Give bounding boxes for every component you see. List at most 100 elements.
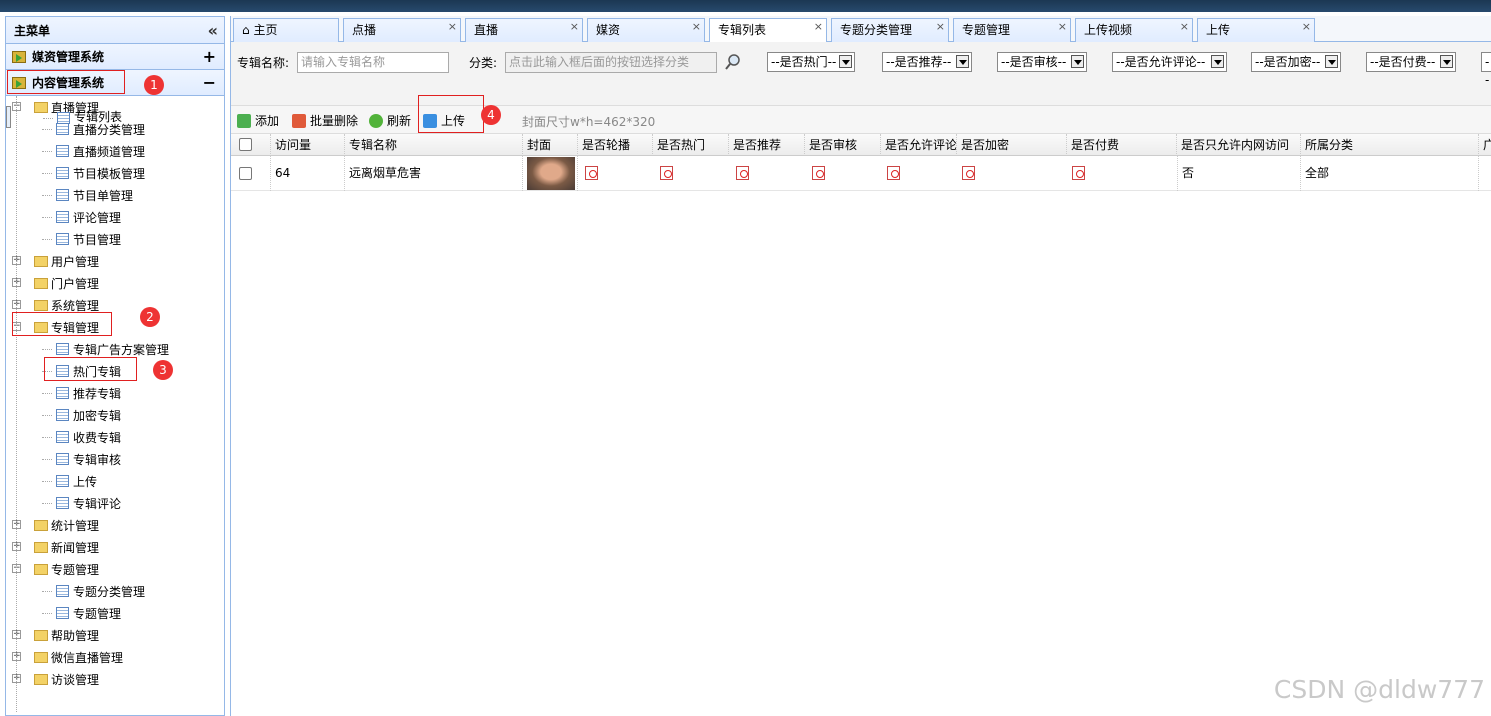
filter-select-6[interactable]: --是否付费-- bbox=[1366, 52, 1456, 72]
table-row[interactable]: 64 远离烟草危害 否 全部 bbox=[231, 156, 1491, 191]
filter-select-5[interactable]: --是否加密-- bbox=[1251, 52, 1341, 72]
broken-image-icon bbox=[585, 166, 598, 180]
tree-item-label: 收费专辑 bbox=[73, 430, 122, 445]
refresh-button[interactable]: 刷新 bbox=[369, 112, 411, 129]
select-all-cell bbox=[231, 134, 271, 156]
tree-item-20[interactable]: 专辑评论 bbox=[6, 492, 224, 514]
filter-select-3[interactable]: --是否审核-- bbox=[997, 52, 1087, 72]
content-panel: ⌂ 主页 点播 × 直播 × 媒资 × 专辑列表 × 专题分类管理 × 专题管理 × 上传视频 × 上传 × 专… bbox=[230, 16, 1491, 716]
tab-7[interactable]: 专题管理 × bbox=[953, 18, 1071, 42]
tree-item-27[interactable]: + 微信直播管理 bbox=[6, 646, 224, 668]
album-cover-image[interactable] bbox=[527, 157, 575, 190]
section-label: 媒资管理系统 bbox=[32, 50, 105, 64]
select-value: --是否加密-- bbox=[1255, 55, 1321, 69]
tree-item-label: 直播频道管理 bbox=[73, 144, 146, 159]
tree-item-15[interactable]: 推荐专辑 bbox=[6, 382, 224, 404]
close-icon[interactable]: × bbox=[1180, 16, 1189, 38]
select-value: --是否允许评论-- bbox=[1116, 55, 1206, 69]
expand-icon[interactable]: + bbox=[203, 47, 216, 66]
column-header-1[interactable]: 访问量 bbox=[271, 134, 345, 156]
intranet-cell: 否 bbox=[1177, 156, 1301, 191]
home-icon: ⌂ bbox=[242, 23, 254, 37]
column-header-7[interactable]: 是否审核 bbox=[805, 134, 881, 156]
close-icon[interactable]: × bbox=[1302, 16, 1311, 38]
select-all-checkbox[interactable] bbox=[239, 138, 252, 151]
close-icon[interactable]: × bbox=[692, 16, 701, 38]
column-header-8[interactable]: 是否允许评论 bbox=[881, 134, 957, 156]
close-icon[interactable]: × bbox=[1058, 16, 1067, 38]
tree-item-7[interactable]: 节目管理 bbox=[6, 228, 224, 250]
tree-item-6[interactable]: 评论管理 bbox=[6, 206, 224, 228]
filter-select-1[interactable]: --是否热门-- bbox=[767, 52, 855, 72]
tab-label: 主页 bbox=[253, 23, 278, 37]
page-icon bbox=[56, 123, 69, 135]
column-header-5[interactable]: 是否热门 bbox=[653, 134, 729, 156]
select-value: -- bbox=[1485, 55, 1490, 87]
collapse-section-icon[interactable]: − bbox=[203, 73, 216, 92]
tree-item-17[interactable]: 收费专辑 bbox=[6, 426, 224, 448]
tab-2[interactable]: 点播 × bbox=[343, 18, 461, 42]
close-icon[interactable]: × bbox=[570, 16, 579, 38]
tree-item-5[interactable]: 节目单管理 bbox=[6, 184, 224, 206]
tab-6[interactable]: 专题分类管理 × bbox=[831, 18, 949, 42]
tree-item-19[interactable]: 上传 bbox=[6, 470, 224, 492]
add-button[interactable]: 添加 bbox=[237, 112, 279, 129]
collapse-icon[interactable]: « bbox=[208, 21, 218, 40]
column-header-4[interactable]: 是否轮播 bbox=[578, 134, 653, 156]
tab-1[interactable]: ⌂ 主页 bbox=[233, 18, 339, 42]
tree-item-23[interactable]: − 专题管理 bbox=[6, 558, 224, 580]
tree-item-24[interactable]: 专题分类管理 bbox=[6, 580, 224, 602]
tab-8[interactable]: 上传视频 × bbox=[1075, 18, 1193, 42]
watermark: CSDN @dldw777 bbox=[1273, 675, 1485, 704]
close-icon[interactable]: × bbox=[448, 16, 457, 38]
select-value: --是否热门-- bbox=[771, 55, 837, 69]
tree-item-9[interactable]: + 门户管理 bbox=[6, 272, 224, 294]
tree-item-22[interactable]: + 新闻管理 bbox=[6, 536, 224, 558]
column-header-12[interactable]: 所属分类 bbox=[1301, 134, 1479, 156]
section-media-system[interactable]: 媒资管理系统 + bbox=[6, 44, 224, 70]
close-icon[interactable]: × bbox=[936, 16, 945, 38]
tree-item-3[interactable]: 直播频道管理 bbox=[6, 140, 224, 162]
tab-4[interactable]: 媒资 × bbox=[587, 18, 705, 42]
top-banner bbox=[0, 0, 1491, 12]
step-badge: 1 bbox=[144, 75, 164, 95]
close-icon[interactable]: × bbox=[814, 16, 823, 38]
filter-select-7[interactable]: -- bbox=[1481, 52, 1491, 87]
column-header-9[interactable]: 是否加密 bbox=[957, 134, 1067, 156]
tree-item-label: 节目管理 bbox=[73, 232, 122, 247]
tab-5[interactable]: 专辑列表 × bbox=[709, 18, 827, 43]
tree-item-16[interactable]: 加密专辑 bbox=[6, 404, 224, 426]
tree-item-25[interactable]: 专题管理 bbox=[6, 602, 224, 624]
tree-item-26[interactable]: + 帮助管理 bbox=[6, 624, 224, 646]
tree-item-4[interactable]: 节目模板管理 bbox=[6, 162, 224, 184]
tree-item-label: 帮助管理 bbox=[51, 628, 100, 643]
column-header-2[interactable]: 专辑名称 bbox=[345, 134, 523, 156]
filter-select-2[interactable]: --是否推荐-- bbox=[882, 52, 972, 72]
folder-icon bbox=[34, 542, 48, 553]
tree-item-18[interactable]: 专辑审核 bbox=[6, 448, 224, 470]
page-icon bbox=[56, 431, 69, 443]
album-name-input[interactable]: 请输入专辑名称 bbox=[297, 52, 449, 73]
filter-select-4[interactable]: --是否允许评论-- bbox=[1112, 52, 1227, 72]
row-checkbox[interactable] bbox=[239, 167, 252, 180]
tab-label: 专题分类管理 bbox=[840, 23, 913, 37]
tree-item-13[interactable]: 专辑列表 bbox=[6, 106, 122, 128]
column-header-3[interactable]: 封面 bbox=[523, 134, 578, 156]
column-header-10[interactable]: 是否付费 bbox=[1067, 134, 1177, 156]
select-value: --是否付费-- bbox=[1370, 55, 1436, 69]
row-check-cell bbox=[231, 156, 271, 191]
tree-item-28[interactable]: + 访谈管理 bbox=[6, 668, 224, 690]
tree-item-8[interactable]: + 用户管理 bbox=[6, 250, 224, 272]
category-input[interactable]: 点击此输入框后面的按钮选择分类 bbox=[505, 52, 717, 73]
page-icon bbox=[56, 145, 69, 157]
tree-item-label: 微信直播管理 bbox=[51, 650, 124, 665]
tree-item-21[interactable]: + 统计管理 bbox=[6, 514, 224, 536]
search-icon[interactable] bbox=[724, 53, 742, 71]
column-header-11[interactable]: 是否只允许内网访问 bbox=[1177, 134, 1301, 156]
folder-icon bbox=[34, 278, 48, 289]
column-header-6[interactable]: 是否推荐 bbox=[729, 134, 805, 156]
tab-3[interactable]: 直播 × bbox=[465, 18, 583, 42]
tab-9[interactable]: 上传 × bbox=[1197, 18, 1315, 42]
batch-delete-button[interactable]: 批量删除 bbox=[292, 112, 358, 129]
column-header-13[interactable]: 广 bbox=[1479, 134, 1491, 156]
